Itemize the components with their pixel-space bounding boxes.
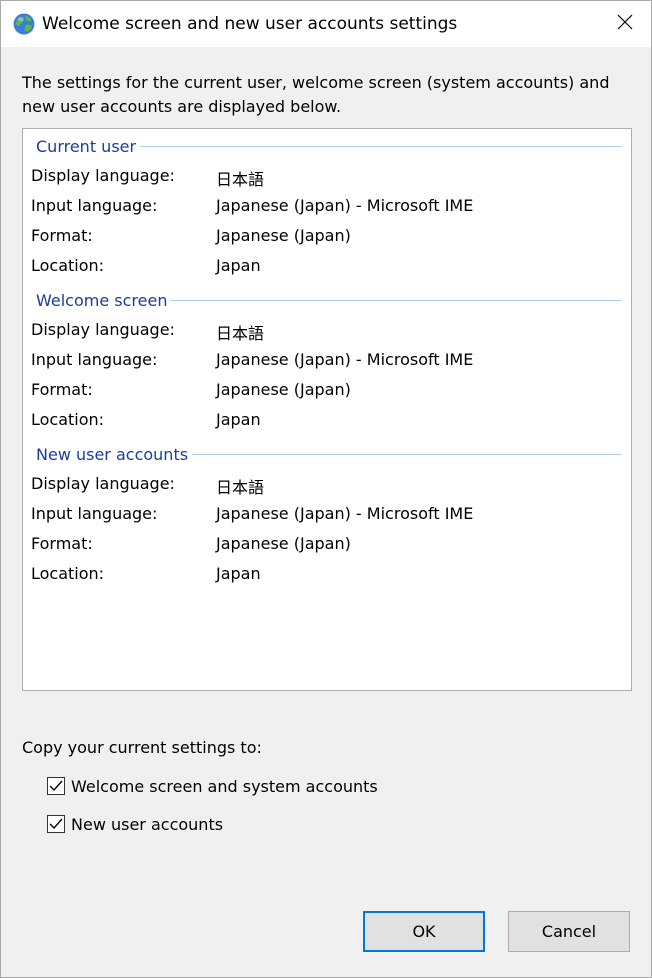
setting-label: Format:: [31, 226, 93, 245]
setting-row: Display language: 日本語: [31, 166, 621, 190]
section-header-welcome-screen: Welcome screen: [36, 289, 621, 311]
section-divider: [192, 454, 621, 455]
checkmark-icon: [49, 780, 63, 792]
setting-value: 日本語: [216, 170, 265, 189]
setting-label: Display language:: [31, 320, 175, 339]
setting-value: Japanese (Japan) - Microsoft IME: [216, 196, 474, 215]
setting-label: Input language:: [31, 350, 158, 369]
setting-row: Location: Japan: [31, 256, 621, 280]
intro-text: The settings for the current user, welco…: [22, 73, 610, 116]
checkbox-label[interactable]: Welcome screen and system accounts: [71, 777, 378, 796]
setting-row: Format: Japanese (Japan): [31, 380, 621, 404]
setting-label: Format:: [31, 534, 93, 553]
setting-row: Format: Japanese (Japan): [31, 534, 621, 558]
section-divider: [140, 146, 621, 147]
setting-row: Input language: Japanese (Japan) - Micro…: [31, 350, 621, 374]
setting-value: 日本語: [216, 324, 265, 343]
section-header-current-user: Current user: [36, 135, 621, 157]
copy-settings-label: Copy your current settings to:: [22, 738, 262, 757]
setting-label: Format:: [31, 380, 93, 399]
section-title: Current user: [36, 136, 137, 156]
close-button[interactable]: [605, 7, 645, 41]
settings-panel: Current user Display language: 日本語 Input…: [22, 128, 632, 691]
dialog-window: Welcome screen and new user accounts set…: [0, 0, 652, 978]
section-title: Welcome screen: [36, 290, 168, 310]
ok-button[interactable]: OK: [363, 911, 485, 952]
setting-row: Input language: Japanese (Japan) - Micro…: [31, 196, 621, 220]
setting-value: Japanese (Japan) - Microsoft IME: [216, 350, 474, 369]
new-user-accounts-checkbox[interactable]: [47, 815, 65, 833]
setting-label: Location:: [31, 256, 105, 275]
setting-row: Location: Japan: [31, 564, 621, 588]
setting-row: Format: Japanese (Japan): [31, 226, 621, 250]
section-header-new-user-accounts: New user accounts: [36, 443, 621, 465]
close-icon: [617, 14, 633, 34]
setting-value: Japanese (Japan) - Microsoft IME: [216, 504, 474, 523]
setting-value: Japan: [216, 256, 261, 275]
setting-label: Display language:: [31, 166, 175, 185]
setting-row: Input language: Japanese (Japan) - Micro…: [31, 504, 621, 528]
setting-value: Japan: [216, 564, 261, 583]
setting-label: Location:: [31, 564, 105, 583]
setting-value: Japan: [216, 410, 261, 429]
setting-value: Japanese (Japan): [216, 226, 351, 245]
setting-label: Location:: [31, 410, 105, 429]
globe-icon: [12, 12, 36, 36]
setting-label: Input language:: [31, 196, 158, 215]
checkbox-label[interactable]: New user accounts: [71, 815, 223, 834]
setting-row: Location: Japan: [31, 410, 621, 434]
setting-row: Display language: 日本語: [31, 320, 621, 344]
welcome-screen-checkbox-row[interactable]: Welcome screen and system accounts: [47, 775, 378, 797]
cancel-button[interactable]: Cancel: [508, 911, 630, 952]
setting-value: Japanese (Japan): [216, 380, 351, 399]
welcome-screen-checkbox[interactable]: [47, 777, 65, 795]
new-user-accounts-checkbox-row[interactable]: New user accounts: [47, 813, 223, 835]
window-title: Welcome screen and new user accounts set…: [42, 14, 458, 34]
checkmark-icon: [49, 818, 63, 830]
section-title: New user accounts: [36, 444, 189, 464]
section-divider: [171, 300, 621, 301]
setting-row: Display language: 日本語: [31, 474, 621, 498]
setting-value: 日本語: [216, 478, 265, 497]
setting-label: Input language:: [31, 504, 158, 523]
setting-label: Display language:: [31, 474, 175, 493]
title-bar: Welcome screen and new user accounts set…: [1, 1, 651, 47]
setting-value: Japanese (Japan): [216, 534, 351, 553]
